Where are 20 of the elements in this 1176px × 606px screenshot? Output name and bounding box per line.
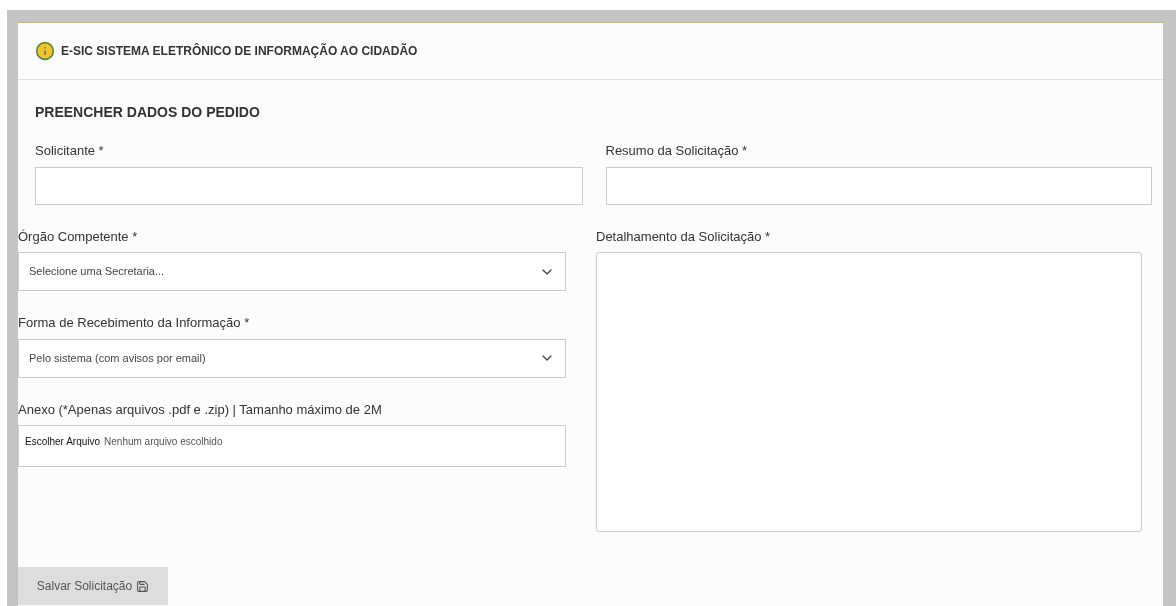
select-field[interactable]: Selecione uma Secretaria... xyxy=(18,252,566,291)
choose-file-button[interactable]: Escolher Arquivo xyxy=(25,434,101,449)
field-label: Forma de Recebimento da Informação * xyxy=(18,314,251,332)
field-label: Solicitante * xyxy=(35,142,105,160)
info-icon xyxy=(35,41,55,61)
text-area[interactable] xyxy=(596,252,1142,532)
file-status: Nenhum arquivo escolhido xyxy=(104,435,223,449)
input-field[interactable] xyxy=(35,166,583,205)
field-label: Anexo (*Apenas arquivos .pdf e .zip) | Tamanho máximo de 2M xyxy=(18,400,383,419)
select-value: Selecione uma Secretaria... xyxy=(29,264,165,280)
field-label: Órgão Competente * xyxy=(18,227,139,246)
input-field[interactable] xyxy=(605,166,1152,205)
field-label: Detalhamento da Solicitação * xyxy=(596,227,772,246)
select-field[interactable]: Pelo sistema (com avisos por email) xyxy=(18,338,566,378)
panel-title: E-SIC SISTEMA ELETRÔNICO DE INFORMAÇÃO AO CIDADÃO xyxy=(61,42,418,60)
form-title: PREENCHER DADOS DO PEDIDO xyxy=(35,103,261,122)
file-field[interactable]: Escolher Arquivo Nenhum arquivo escolhido xyxy=(18,425,566,467)
save-button[interactable]: Salvar Solicitação xyxy=(18,567,168,605)
select-value: Pelo sistema (com avisos por email) xyxy=(29,350,206,366)
field-label: Resumo da Solicitação * xyxy=(605,142,749,160)
